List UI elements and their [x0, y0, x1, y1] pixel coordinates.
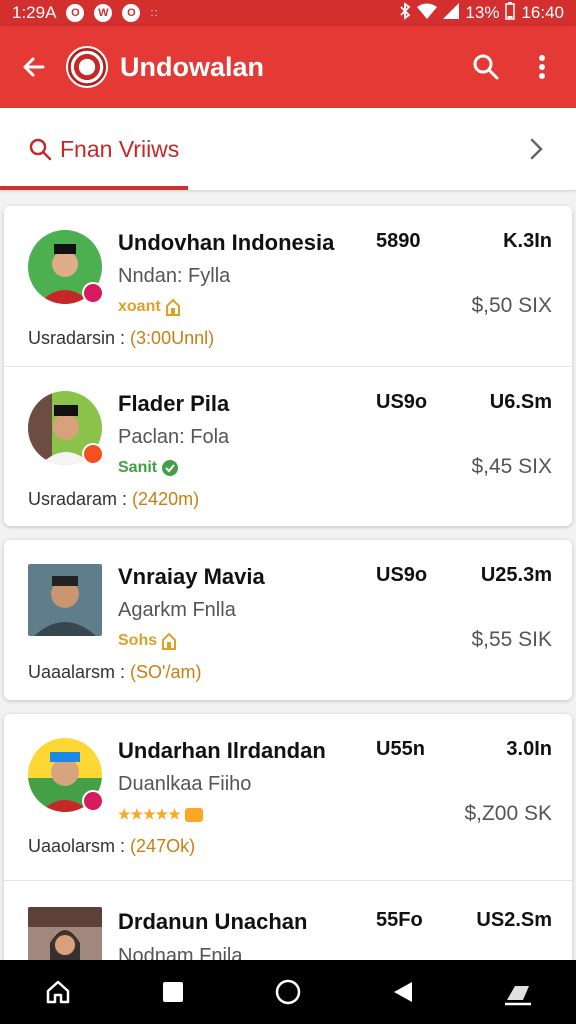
- filter-bar: Fnan Vriiws: [0, 108, 576, 190]
- item-amount: K.3In: [503, 230, 552, 252]
- filter-tab-label: Fnan Vriiws: [60, 135, 180, 162]
- more-notifications-icon: ::: [150, 7, 159, 19]
- battery-percent: 13%: [465, 3, 500, 22]
- item-code: U55n: [376, 738, 425, 760]
- item-meta: Uaaolarsm : (247Ok): [28, 836, 196, 856]
- avatar: [28, 564, 102, 636]
- triangle-back-icon: [394, 982, 413, 1002]
- search-icon: [473, 54, 499, 80]
- house-icon: [165, 298, 180, 316]
- item-price: $,50 SIX: [471, 294, 552, 317]
- item-meta: Usradarsin : (3:00Unnl): [28, 328, 215, 348]
- notification-icon: O: [122, 4, 141, 22]
- tab-indicator: [0, 186, 188, 190]
- item-meta: Uaaalarsm : (SO'/am): [28, 662, 202, 682]
- recents-button[interactable]: [149, 968, 197, 1016]
- system-nav-bar: [0, 960, 576, 1024]
- status-badge: [82, 282, 104, 304]
- emoji-icon: [184, 807, 203, 822]
- search-button[interactable]: [468, 49, 504, 85]
- bluetooth-icon: [399, 1, 411, 25]
- item-amount: US2.Sm: [476, 909, 552, 931]
- more-vert-icon: [539, 55, 545, 79]
- home-button[interactable]: [34, 968, 82, 1016]
- item-amount: 3.0In: [506, 738, 552, 760]
- check-circle-icon: [162, 460, 179, 476]
- overflow-menu-button[interactable]: [524, 49, 560, 85]
- list-item[interactable]: Vnraiay Mavia Agarkm Fnlla Sohs Uaaalars…: [4, 540, 572, 700]
- status-time: 1:29A: [12, 3, 57, 22]
- item-code: US9o: [376, 391, 428, 413]
- house-icon: [162, 632, 177, 650]
- item-rating: xoant: [118, 298, 181, 316]
- item-price: $,55 SIK: [471, 628, 552, 651]
- item-amount: U6.Sm: [489, 391, 552, 413]
- list-card: Vnraiay Mavia Agarkm Fnlla Sohs Uaaalars…: [4, 540, 572, 700]
- rating-text: xoant: [118, 298, 161, 315]
- item-role: Nndan: Fylla: [118, 265, 231, 287]
- status-badge: [82, 443, 104, 465]
- app-title: Undowalan: [120, 51, 265, 82]
- item-name: Undarhan Ilrdandan: [118, 738, 326, 763]
- list-item[interactable]: Drdanun Unachan Nodnam Fnila 55Fo US2.Sm: [4, 880, 572, 960]
- item-name: Vnraiay Mavia: [118, 564, 265, 589]
- item-rating: ★★★★★: [118, 806, 203, 823]
- item-role: Nodnam Fnila: [118, 945, 243, 960]
- chevron-right-icon: [530, 138, 543, 160]
- circle-icon: [275, 979, 301, 1005]
- item-price: $,Z00 SK: [464, 802, 552, 825]
- list-item[interactable]: Undarhan Ilrdandan Duanlkaa Fiiho ★★★★★ …: [4, 714, 572, 880]
- battery-icon: [505, 1, 516, 25]
- item-rating: Sanit: [118, 459, 179, 477]
- item-code: 5890: [376, 230, 421, 252]
- item-code: 55Fo: [376, 909, 423, 931]
- star-rating: ★★★★★: [118, 806, 181, 822]
- list-card: Undovhan Indonesia Nndan: Fylla xoant Us…: [4, 206, 572, 526]
- notification-icon: W: [94, 4, 113, 22]
- item-price: $,45 SIX: [471, 455, 552, 478]
- back-nav-button[interactable]: [379, 968, 427, 1016]
- square-icon: [162, 982, 183, 1002]
- item-code: US9o: [376, 564, 428, 586]
- filter-next-button[interactable]: [518, 131, 554, 167]
- arrow-back-icon: [23, 57, 45, 77]
- wifi-icon: [417, 3, 438, 24]
- item-role: Agarkm Fnlla: [118, 599, 236, 621]
- pen-icon: [505, 986, 532, 1006]
- circle-home-button[interactable]: [264, 968, 312, 1016]
- item-role: Duanlkaa Fiiho: [118, 773, 252, 795]
- list-item[interactable]: Undovhan Indonesia Nndan: Fylla xoant Us…: [4, 206, 572, 366]
- rating-text: Sanit: [118, 459, 158, 476]
- item-name: Undovhan Indonesia: [118, 230, 335, 255]
- item-rating: Sohs: [118, 632, 177, 650]
- status-clock: 16:40: [521, 3, 564, 22]
- item-name: Drdanun Unachan: [118, 909, 308, 934]
- rating-text: Sohs: [118, 632, 158, 649]
- back-button[interactable]: [16, 49, 52, 85]
- item-amount: U25.3m: [480, 564, 552, 586]
- keyboard-toggle-button[interactable]: [494, 968, 542, 1016]
- signal-icon: [443, 2, 460, 24]
- home-icon: [46, 980, 69, 1004]
- notification-icon: O: [66, 4, 85, 22]
- app-logo: [66, 46, 108, 88]
- search-icon: [29, 138, 52, 161]
- item-name: Flader Pila: [118, 391, 230, 416]
- filter-tab[interactable]: Fnan Vriiws: [0, 108, 188, 190]
- list-card: Undarhan Ilrdandan Duanlkaa Fiiho ★★★★★ …: [4, 714, 572, 960]
- list-item[interactable]: Flader Pila Paclan: Fola Sanit Usradaram…: [4, 366, 572, 526]
- app-bar: Undowalan: [0, 26, 576, 108]
- item-role: Paclan: Fola: [118, 426, 230, 448]
- avatar: [28, 907, 102, 960]
- status-bar: 1:29A O W O :: 13% 16:40: [0, 0, 576, 26]
- status-badge: [82, 790, 104, 812]
- item-meta: Usradaram : (2420m): [28, 489, 200, 509]
